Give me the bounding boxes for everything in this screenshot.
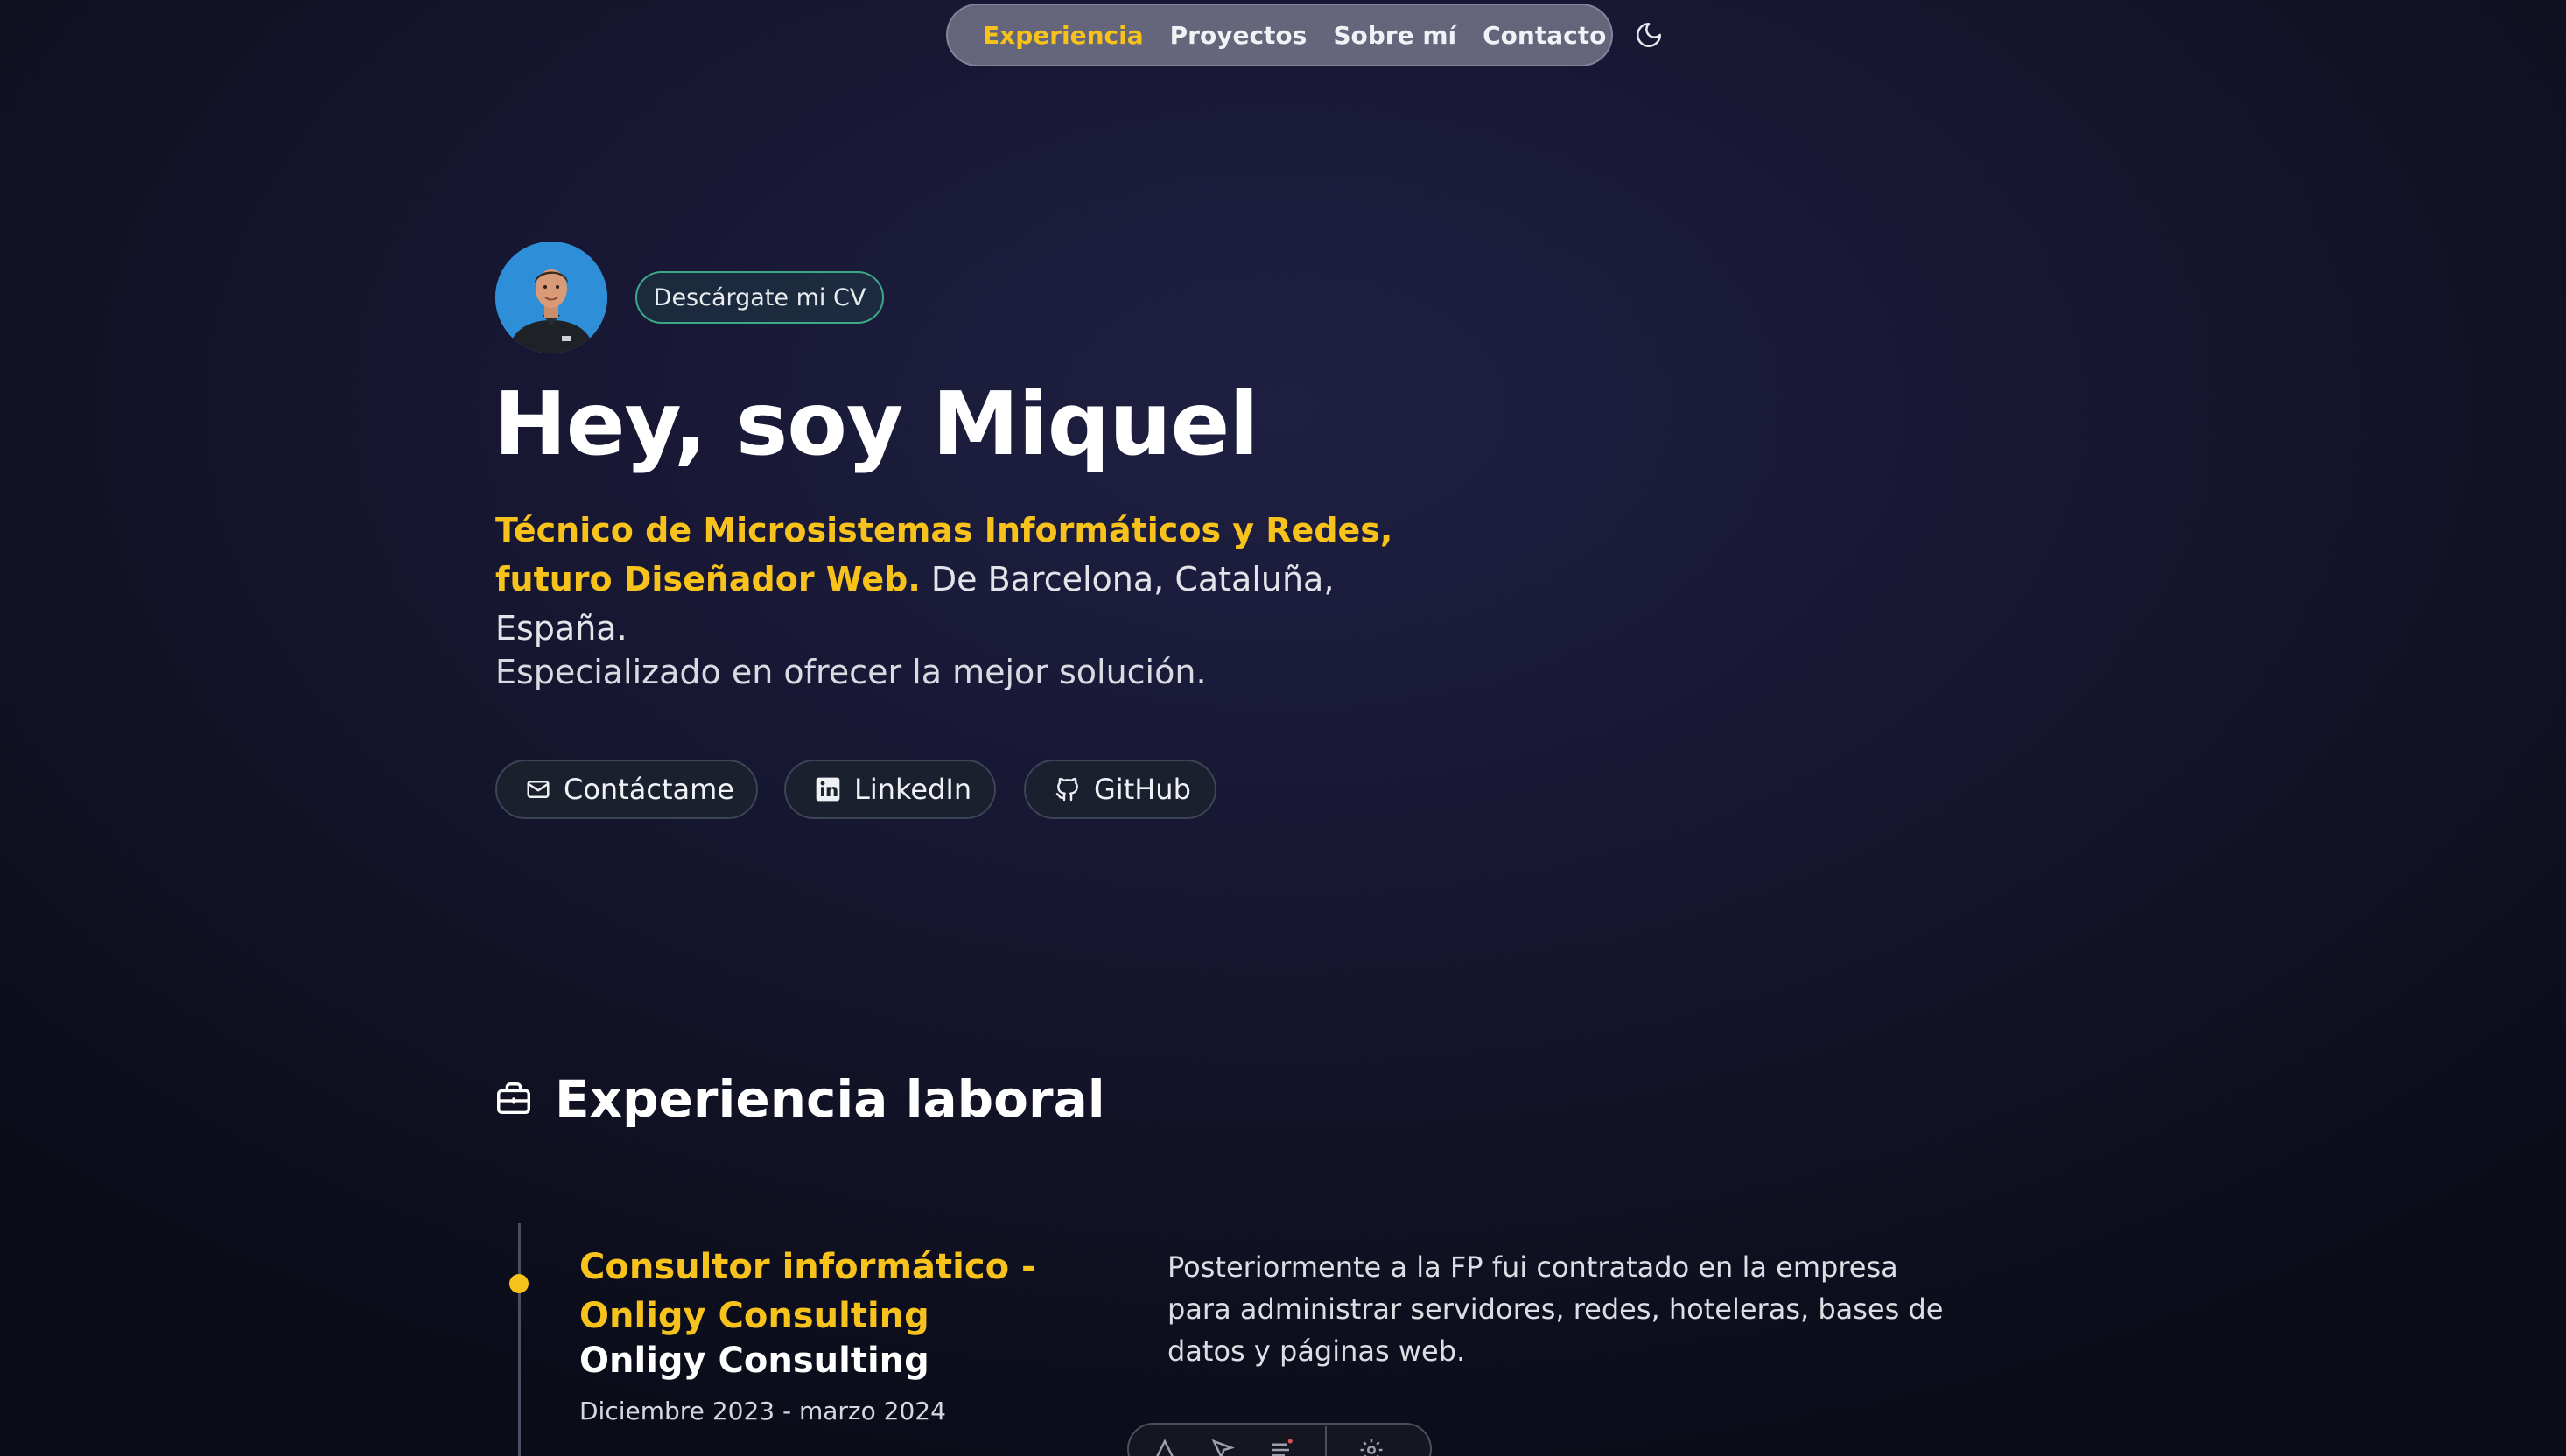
nav-link-proyectos[interactable]: Proyectos: [1170, 21, 1308, 50]
nav-link-experiencia[interactable]: Experiencia: [983, 21, 1144, 50]
timeline-dot: [509, 1274, 529, 1293]
top-nav: Experiencia Proyectos Sobre mí Contacto: [946, 4, 1662, 66]
hero-specialty: Especializado en ofrecer la mejor soluci…: [495, 653, 1207, 691]
github-button-label: GitHub: [1094, 773, 1191, 806]
download-cv-button[interactable]: Descárgate mi CV: [635, 271, 884, 324]
experience-title-text: Experiencia laboral: [555, 1069, 1105, 1129]
mail-icon: [525, 775, 551, 803]
job-company: Onligy Consulting: [579, 1340, 929, 1381]
job-title: Consultor informático - Onligy Consultin…: [579, 1247, 1036, 1336]
experience-section-title: Experiencia laboral: [494, 1069, 1105, 1129]
dev-toolbar: [1127, 1423, 1432, 1456]
avatar: [495, 242, 607, 354]
toolbar-cursor-icon[interactable]: [1209, 1437, 1236, 1456]
nav-link-sobre-mi[interactable]: Sobre mí: [1333, 21, 1456, 50]
linkedin-button-label: LinkedIn: [854, 773, 972, 806]
github-button[interactable]: GitHub: [1024, 760, 1216, 819]
toolbar-separator: [1325, 1426, 1327, 1456]
linkedin-button[interactable]: LinkedIn: [784, 760, 996, 819]
linkedin-icon: [814, 775, 842, 803]
contact-button[interactable]: Contáctame: [495, 760, 758, 819]
hero-title: Hey, soy Miquel: [494, 373, 1259, 475]
contact-button-label: Contáctame: [564, 773, 734, 806]
moon-icon[interactable]: [1634, 20, 1664, 50]
hero-description: Técnico de Microsistemas Informáticos y …: [495, 506, 1458, 653]
toolbar-app-icon[interactable]: [1152, 1437, 1178, 1456]
timeline-line: [518, 1223, 521, 1456]
nav-link-contacto[interactable]: Contacto: [1483, 21, 1606, 50]
job-description: Posteriormente a la FP fui contratado en…: [1167, 1250, 1944, 1368]
toolbar-menu-icon[interactable]: [1267, 1437, 1294, 1456]
github-icon: [1054, 775, 1082, 803]
gear-icon[interactable]: [1358, 1437, 1385, 1456]
job-date: Diciembre 2023 - marzo 2024: [579, 1396, 946, 1425]
briefcase-icon: [494, 1079, 534, 1119]
